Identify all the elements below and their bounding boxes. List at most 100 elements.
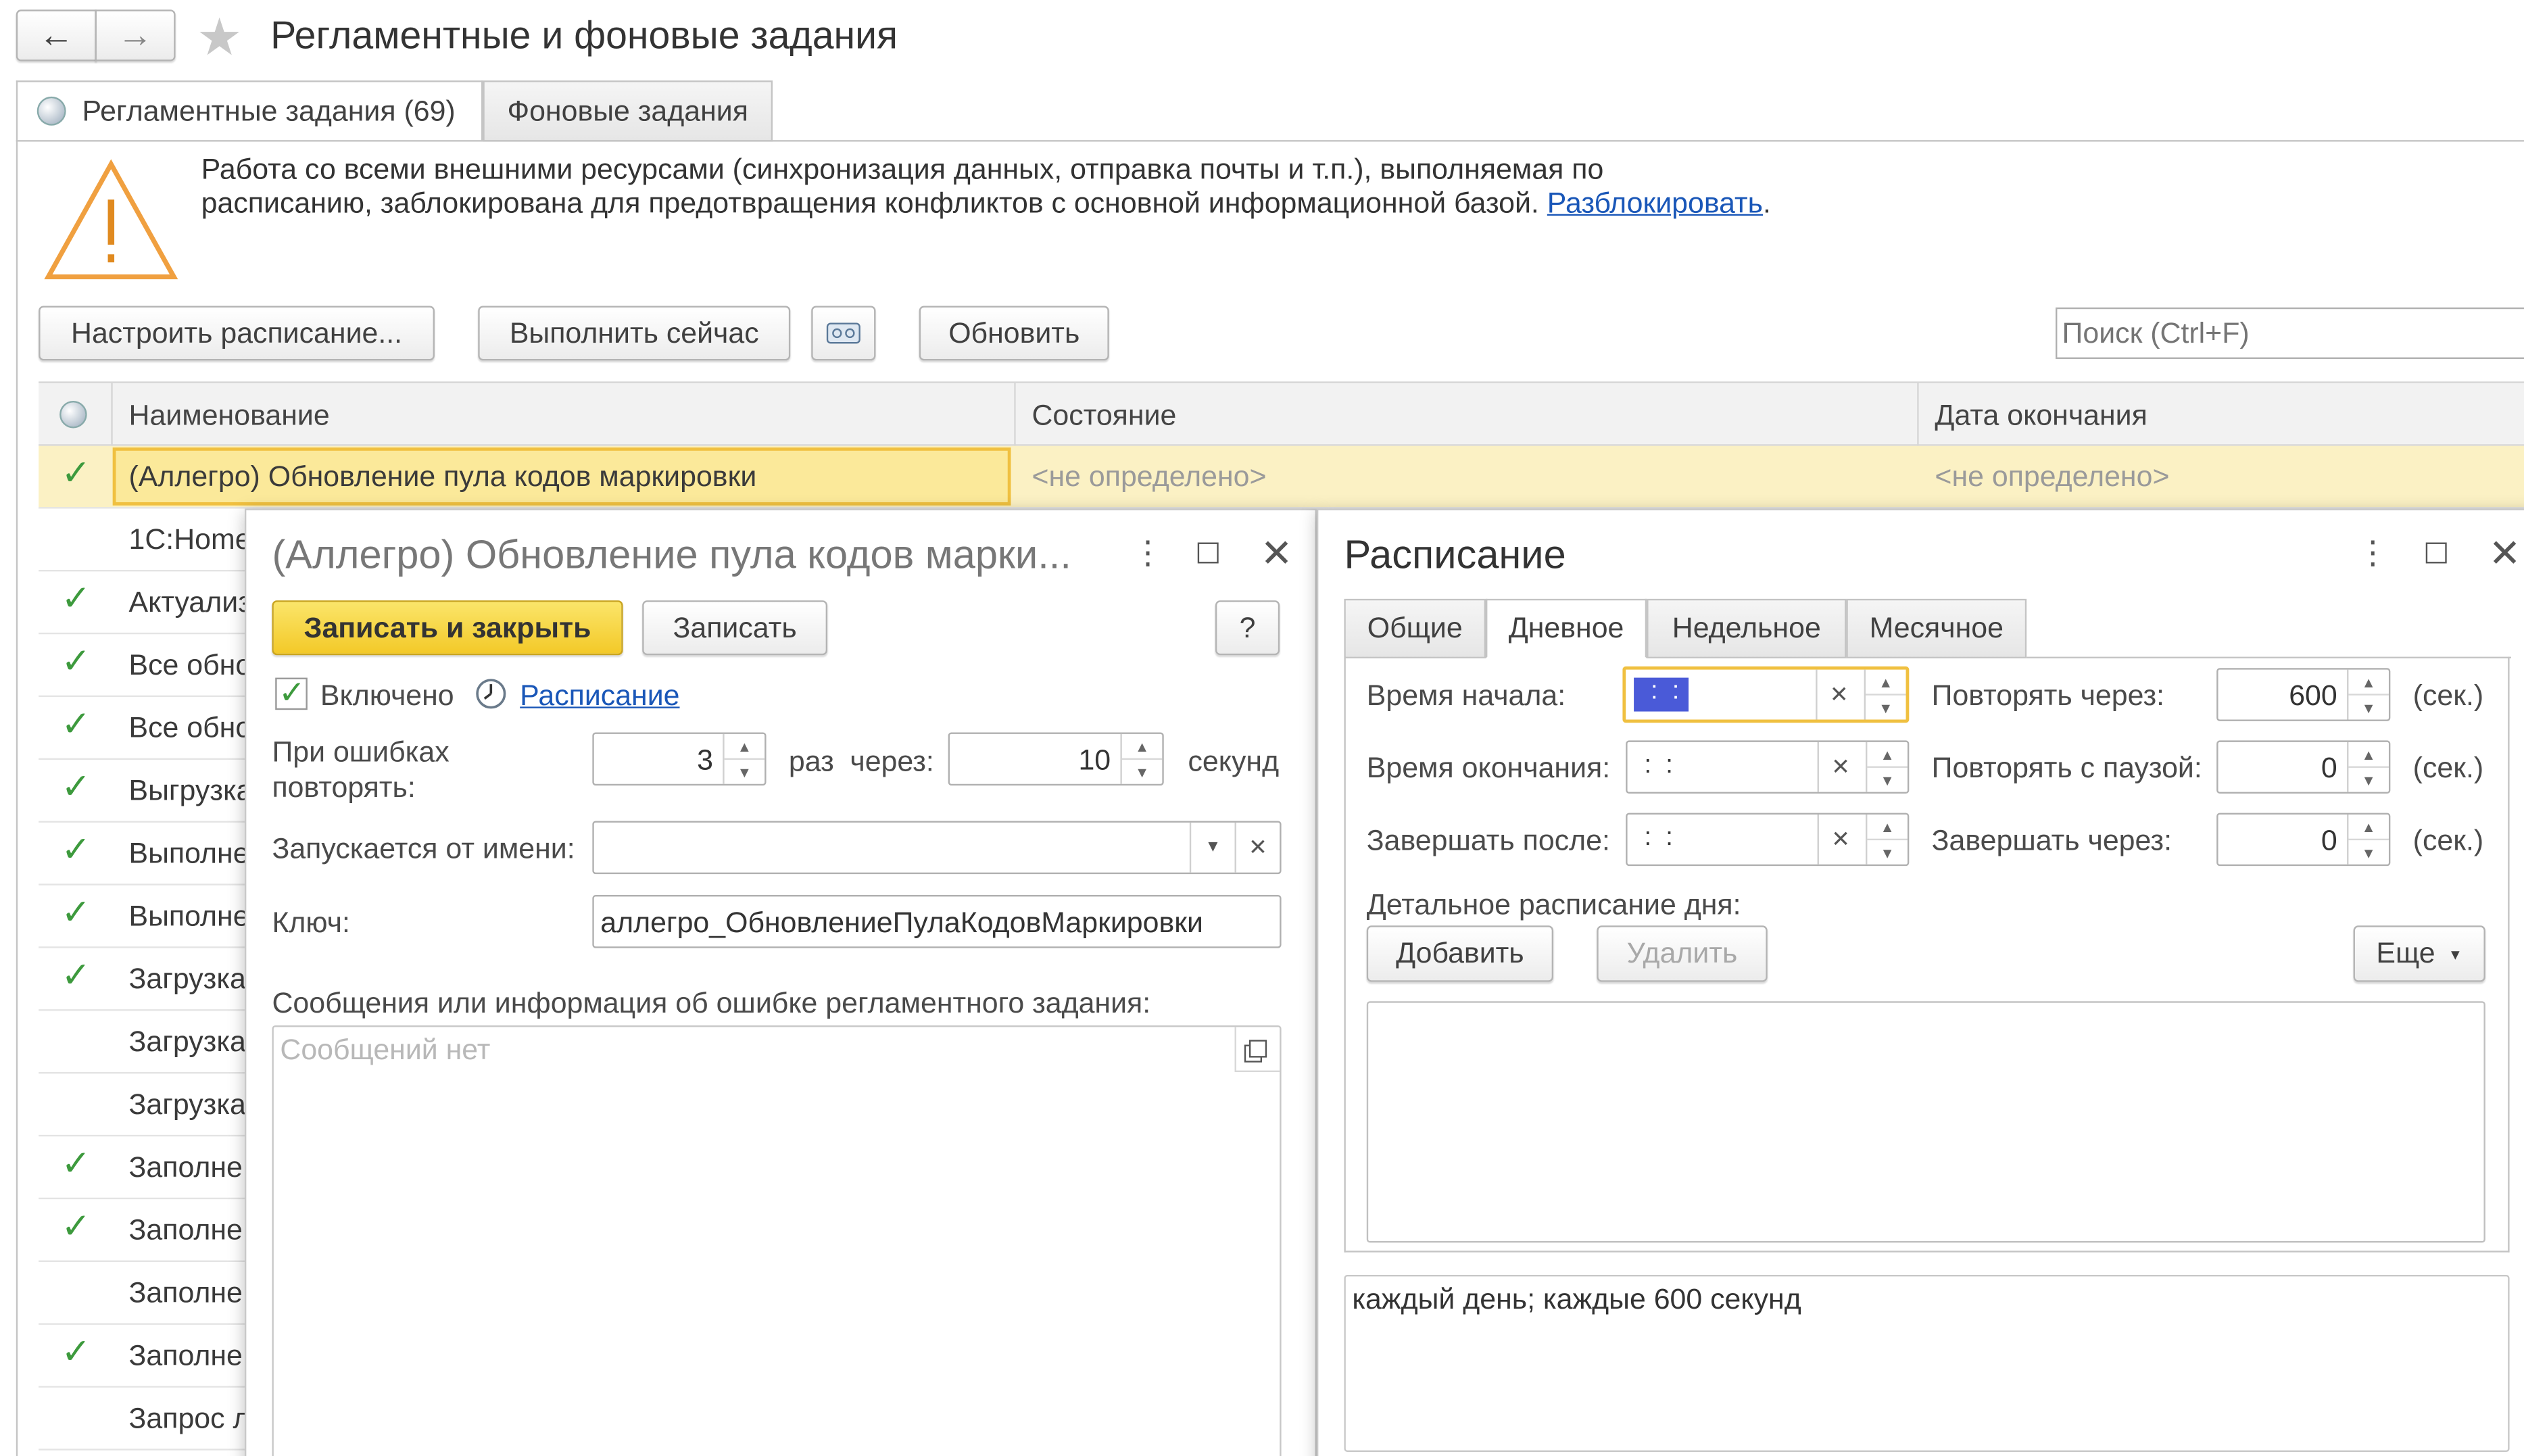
up-arrow-icon[interactable]: ▲ bbox=[2348, 815, 2389, 841]
add-button[interactable]: Добавить bbox=[1366, 925, 1554, 982]
close-icon[interactable]: ✕ bbox=[1261, 531, 1293, 578]
help-button[interactable]: ? bbox=[1215, 600, 1280, 656]
clear-icon[interactable]: ✕ bbox=[1816, 669, 1861, 720]
down-arrow-icon[interactable]: ▼ bbox=[725, 760, 765, 784]
key-value: аллегро_ОбновлениеПулаКодовМаркировки bbox=[600, 906, 1203, 939]
configure-schedule-button[interactable]: Настроить расписание... bbox=[39, 306, 435, 361]
enabled-label: Включено bbox=[320, 679, 454, 712]
tab-scheduled-jobs[interactable]: Регламентные задания (69) bbox=[16, 80, 483, 142]
enabled-checkbox[interactable]: ✓ bbox=[275, 676, 308, 712]
repeat-pause-field[interactable]: 0 ▲ ▼ bbox=[2216, 740, 2391, 794]
down-arrow-icon[interactable]: ▼ bbox=[2348, 696, 2389, 720]
repeat-pause-label: Повторять с паузой: bbox=[1931, 752, 2202, 784]
run-as-field[interactable]: ▼ ✕ bbox=[592, 821, 1282, 875]
row-name: Загрузка bbox=[128, 1088, 246, 1121]
tab-daily[interactable]: Дневное bbox=[1486, 598, 1647, 658]
down-arrow-icon[interactable]: ▼ bbox=[1867, 840, 1908, 865]
tab-background-jobs[interactable]: Фоновые задания bbox=[483, 80, 773, 142]
key-field[interactable]: аллегро_ОбновлениеПулаКодовМаркировки bbox=[592, 895, 1282, 948]
retry-count-field[interactable]: 3 ▲ ▼ bbox=[592, 732, 767, 786]
retry-interval-field[interactable]: 10 ▲ ▼ bbox=[948, 732, 1164, 786]
more-label: Еще bbox=[2376, 936, 2435, 969]
unlock-link[interactable]: Разблокировать bbox=[1547, 187, 1763, 219]
refresh-button[interactable]: Обновить bbox=[919, 306, 1109, 361]
end-time-stepper[interactable]: ▲ ▼ bbox=[1866, 742, 1908, 792]
down-arrow-icon[interactable]: ▼ bbox=[1867, 768, 1908, 792]
more-vert-icon[interactable]: ⋮ bbox=[2356, 533, 2389, 573]
maximize-icon[interactable] bbox=[2425, 542, 2447, 564]
start-time-field[interactable]: : : ✕ ▲ ▼ bbox=[1622, 666, 1910, 723]
row-name: Заполне bbox=[128, 1213, 243, 1246]
clear-icon[interactable]: ✕ bbox=[1234, 822, 1280, 873]
warning-period: . bbox=[1763, 187, 1771, 219]
up-arrow-icon[interactable]: ▲ bbox=[1121, 734, 1163, 760]
save-button[interactable]: Записать bbox=[642, 600, 828, 656]
column-name[interactable]: Наименование bbox=[129, 399, 330, 433]
back-button[interactable]: ← bbox=[16, 9, 97, 62]
up-arrow-icon[interactable]: ▲ bbox=[724, 734, 765, 760]
down-arrow-icon[interactable]: ▼ bbox=[2348, 768, 2389, 792]
row-state: <не определено> bbox=[1032, 460, 1267, 493]
row-name: 1С:Home bbox=[128, 523, 251, 556]
finish-in-stepper[interactable]: ▲ ▼ bbox=[2347, 814, 2389, 865]
clear-icon[interactable]: ✕ bbox=[1817, 742, 1863, 792]
up-arrow-icon[interactable]: ▲ bbox=[2348, 670, 2389, 696]
expand-icon[interactable] bbox=[1234, 1027, 1280, 1072]
row-name: Заполне bbox=[128, 1339, 243, 1372]
warning-text-line2-wrap: расписанию, заблокирована для предотвращ… bbox=[201, 187, 1771, 220]
end-time-value: : : bbox=[1636, 752, 1673, 779]
tab-general[interactable]: Общие bbox=[1344, 598, 1486, 658]
maximize-icon[interactable] bbox=[1197, 542, 1219, 564]
schedule-dialog-title: Расписание bbox=[1344, 533, 1566, 578]
down-arrow-icon[interactable]: ▼ bbox=[1122, 760, 1163, 784]
column-state[interactable]: Состояние bbox=[1032, 399, 1176, 433]
row-name: Заполне bbox=[128, 1150, 243, 1184]
tape-button[interactable] bbox=[811, 306, 876, 361]
close-icon[interactable]: ✕ bbox=[2489, 531, 2521, 578]
table-row[interactable]: ✓ (Аллегро) Обновление пула кодов маркир… bbox=[39, 445, 2524, 509]
search-input[interactable] bbox=[2056, 307, 2524, 360]
retry-interval-stepper[interactable]: ▲ ▼ bbox=[1120, 733, 1163, 784]
column-end-date[interactable]: Дата окончания bbox=[1935, 399, 2147, 433]
run-now-button[interactable]: Выполнить сейчас bbox=[478, 306, 791, 361]
more-button[interactable]: Еще ▼ bbox=[2353, 925, 2485, 982]
open-window-glyph bbox=[1248, 1040, 1267, 1058]
forward-button[interactable]: → bbox=[95, 9, 176, 62]
repeat-every-field[interactable]: 600 ▲ ▼ bbox=[2216, 668, 2391, 721]
messages-area[interactable]: Сообщений нет bbox=[272, 1025, 1282, 1456]
delete-button[interactable]: Удалить bbox=[1597, 925, 1768, 982]
end-time-field[interactable]: : : ✕ ▲ ▼ bbox=[1626, 740, 1910, 794]
key-label: Ключ: bbox=[272, 906, 350, 939]
detail-schedule-list[interactable] bbox=[1366, 1001, 2485, 1243]
save-and-close-button[interactable]: Записать и закрыть bbox=[272, 600, 623, 656]
down-arrow-icon[interactable]: ▼ bbox=[1866, 696, 1906, 720]
finish-after-field[interactable]: : : ✕ ▲ ▼ bbox=[1626, 812, 1910, 867]
tab-monthly[interactable]: Месячное bbox=[1846, 598, 2027, 658]
favorite-star-icon[interactable]: ★ bbox=[197, 7, 243, 68]
row-name: Выполне bbox=[128, 837, 249, 869]
retry-count-stepper[interactable]: ▲ ▼ bbox=[723, 733, 765, 784]
more-vert-icon[interactable]: ⋮ bbox=[1132, 533, 1164, 573]
repeat-pause-stepper[interactable]: ▲ ▼ bbox=[2347, 742, 2389, 792]
tab-label: Недельное bbox=[1672, 611, 1821, 644]
up-arrow-icon[interactable]: ▲ bbox=[2348, 742, 2389, 768]
up-arrow-icon[interactable]: ▲ bbox=[1866, 670, 1906, 696]
clear-icon[interactable]: ✕ bbox=[1817, 814, 1863, 865]
repeat-every-stepper[interactable]: ▲ ▼ bbox=[2347, 669, 2389, 720]
finish-after-value: : : bbox=[1636, 824, 1673, 852]
finish-in-field[interactable]: 0 ▲ ▼ bbox=[2216, 812, 2391, 867]
check-icon: ✓ bbox=[61, 892, 91, 932]
up-arrow-icon[interactable]: ▲ bbox=[1867, 815, 1908, 841]
finish-after-stepper[interactable]: ▲ ▼ bbox=[1866, 814, 1908, 865]
page-title: Регламентные и фоновые задания bbox=[270, 14, 898, 58]
row-name: Выгрузка bbox=[128, 774, 253, 807]
tab-weekly[interactable]: Недельное bbox=[1647, 598, 1847, 658]
end-time-label: Время окончания: bbox=[1366, 752, 1611, 784]
down-arrow-icon[interactable]: ▼ bbox=[2348, 840, 2389, 865]
dropdown-icon[interactable]: ▼ bbox=[1189, 822, 1235, 873]
schedule-link[interactable]: Расписание bbox=[520, 679, 679, 713]
up-arrow-icon[interactable]: ▲ bbox=[1867, 742, 1908, 768]
start-time-stepper[interactable]: ▲ ▼ bbox=[1864, 669, 1906, 720]
check-icon: ✓ bbox=[61, 640, 91, 681]
start-time-label: Время начала: bbox=[1366, 679, 1566, 712]
